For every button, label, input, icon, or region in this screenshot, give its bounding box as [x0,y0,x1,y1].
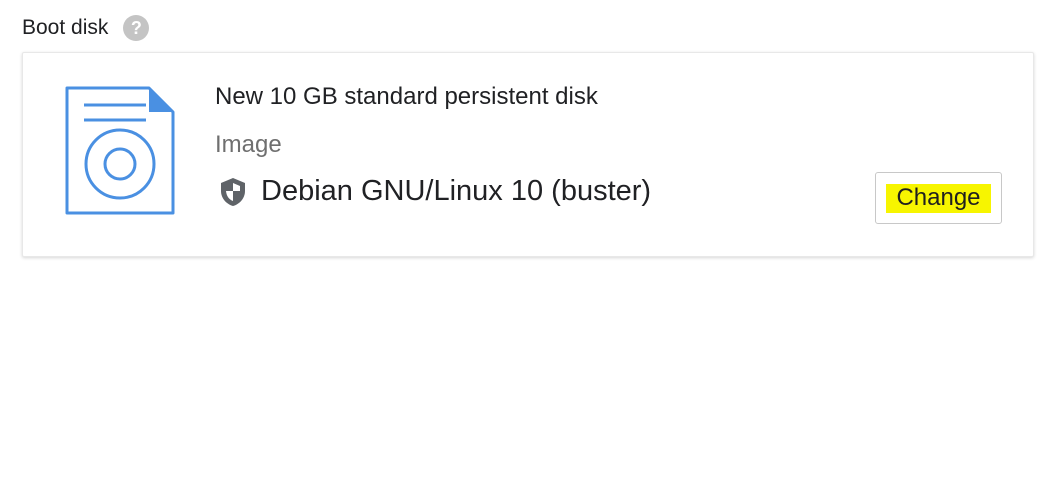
change-button[interactable]: Change [875,172,1002,224]
boot-disk-card: New 10 GB standard persistent disk Image… [22,52,1034,257]
boot-disk-label: Boot disk [22,16,109,39]
change-button-label: Change [886,183,991,213]
os-name: Debian GNU/Linux 10 (buster) [261,175,652,207]
disk-title: New 10 GB standard persistent disk [215,83,598,110]
image-label: Image [215,131,282,158]
help-icon[interactable]: ? [123,15,150,41]
shield-icon [221,177,245,206]
boot-disk-header: Boot disk ? [22,14,150,42]
os-image-row: Debian GNU/Linux 10 (buster) [219,175,651,208]
disk-file-icon [65,86,175,215]
